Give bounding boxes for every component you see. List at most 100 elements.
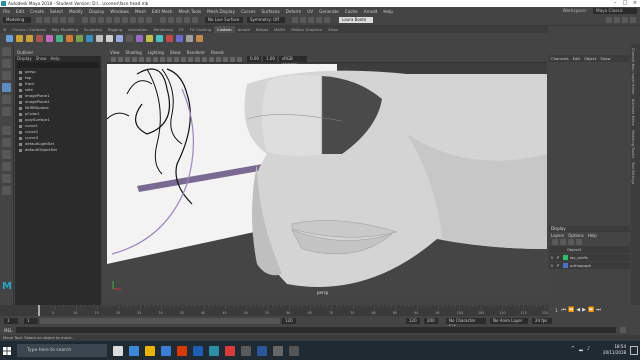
four-view-layout-icon[interactable] [2, 138, 11, 147]
menu-item[interactable]: UV [304, 9, 316, 14]
channel-box-menu-item[interactable]: Show [598, 56, 612, 61]
layer-color-swatch[interactable] [563, 263, 568, 268]
menu-item[interactable]: Help [380, 9, 396, 14]
move-tool-icon[interactable] [2, 83, 11, 92]
shelf-tool-icon[interactable] [75, 35, 83, 42]
mask-surfaces-icon[interactable] [138, 17, 144, 23]
taskbar-app-icon[interactable] [273, 345, 283, 356]
tray-expand-icon[interactable]: ^ [571, 346, 575, 352]
select-object-icon[interactable] [90, 17, 96, 23]
playback-end-field[interactable]: 120 [282, 317, 296, 324]
paint-select-tool-icon[interactable] [2, 71, 11, 80]
xray-icon[interactable] [237, 56, 242, 62]
shelf-tool-icon[interactable] [55, 35, 63, 42]
shelf-tool-icon[interactable] [155, 35, 163, 42]
current-frame-field[interactable]: 1 [555, 308, 558, 313]
layer-playback-toggle[interactable]: P [555, 254, 561, 261]
play-back-icon[interactable]: ◀ [576, 307, 580, 313]
mask-deformations-icon[interactable] [146, 17, 152, 23]
live-surface-dropdown[interactable]: No Live Surface [205, 17, 243, 23]
field-chart-icon[interactable] [167, 56, 172, 62]
select-tool-icon[interactable] [2, 47, 11, 56]
safe-action-icon[interactable] [174, 56, 179, 62]
perspective-outliner-layout-icon[interactable] [2, 174, 11, 183]
shelf-tab[interactable]: Motion Graphics [288, 26, 325, 33]
menu-item[interactable]: Select [47, 9, 66, 14]
shelf-tool-icon[interactable] [5, 35, 13, 42]
wireframe-on-shaded-icon[interactable] [195, 56, 200, 62]
menu-item[interactable]: Arnold [361, 9, 381, 14]
snap-live-icon[interactable] [192, 17, 198, 23]
image-plane-icon[interactable] [132, 56, 137, 62]
isolate-select-icon[interactable] [230, 56, 235, 62]
viewport-panel[interactable]: View Shading Lighting Show Renderer Panels 0.… [107, 50, 547, 296]
channel-box-menu-item[interactable]: Edit [571, 56, 582, 61]
toggle-modeling-toolkit-icon[interactable] [606, 17, 612, 23]
colorspace-dropdown[interactable]: sRGB gamma [279, 56, 307, 67]
layer-color-swatch[interactable] [563, 255, 568, 260]
shelf-tool-icon[interactable] [125, 35, 133, 42]
shelf-settings-icon[interactable]: ⚙ [0, 26, 9, 33]
shelf-tool-icon[interactable] [25, 35, 33, 42]
character-set-dropdown[interactable]: No Character Set [446, 317, 486, 329]
mask-handles-icon[interactable] [114, 17, 120, 23]
shelf-tool-icon[interactable] [195, 35, 203, 42]
shelf-tab[interactable]: Curves / Surfaces [9, 26, 48, 33]
select-hierarchy-icon[interactable] [82, 17, 88, 23]
shelf-tool-icon[interactable] [145, 35, 153, 42]
shelf-tool-icon[interactable] [185, 35, 193, 42]
shelf-tool-icon[interactable] [85, 35, 93, 42]
shelf-tab[interactable]: Rigging [105, 26, 125, 33]
shelf-tab[interactable]: Poly Modeling [49, 26, 81, 33]
shelf-tab[interactable]: Animation [125, 26, 150, 33]
mode-dropdown[interactable]: Modeling [3, 17, 31, 23]
animation-end-field[interactable]: 200 [424, 317, 438, 324]
menu-item[interactable]: Surfaces [259, 9, 283, 14]
range-slider[interactable] [40, 317, 280, 324]
symmetry-dropdown[interactable]: Symmetry: Off [247, 17, 285, 23]
shelf-tool-icon[interactable] [105, 35, 113, 42]
bookmark-icon[interactable] [125, 56, 130, 62]
layer-up-icon[interactable] [552, 238, 558, 245]
shelf-tab[interactable]: Bifrost [253, 26, 271, 33]
gamma-field[interactable]: 1.00 [263, 56, 277, 62]
shelf-tab[interactable]: Sculpting [81, 26, 105, 33]
viewport-menu-item[interactable]: Show [167, 50, 184, 56]
channel-box-menu-item[interactable]: Channels [549, 56, 571, 61]
go-to-end-icon[interactable]: ⏭ [596, 307, 601, 313]
side-panel-tab[interactable]: Channel Box / Layer Editor [631, 48, 635, 95]
menu-item[interactable]: Generate [316, 9, 342, 14]
menu-item[interactable]: File [0, 9, 13, 14]
taskbar-search-input[interactable]: Type here to search [17, 344, 107, 357]
gate-mask-icon[interactable] [160, 56, 165, 62]
shadows-icon[interactable] [216, 56, 221, 62]
wireframe-icon[interactable] [181, 56, 186, 62]
new-layer-selected-icon[interactable] [576, 238, 582, 245]
shelf-tool-icon[interactable] [45, 35, 53, 42]
maya-taskbar-icon[interactable] [209, 345, 219, 356]
layer-down-icon[interactable] [560, 238, 566, 245]
taskbar-app-icon[interactable] [289, 345, 299, 356]
outliner-menu-item[interactable]: Help [49, 56, 62, 61]
shelf-tab[interactable]: MASH [271, 26, 288, 33]
outliner-layout-icon[interactable] [2, 150, 11, 159]
redo-icon[interactable] [68, 17, 74, 23]
file-explorer-icon[interactable] [145, 345, 155, 356]
shelf-tool-icon[interactable] [165, 35, 173, 42]
playback-start-field[interactable]: 1 [24, 317, 38, 324]
menu-item[interactable]: Mesh Tools [176, 9, 205, 14]
mask-filter-icon[interactable] [106, 17, 112, 23]
command-language-label[interactable]: MEL [4, 328, 12, 333]
snap-grid-icon[interactable] [160, 17, 166, 23]
toggle-channel-box-icon[interactable] [630, 17, 636, 23]
graph-layout-icon[interactable] [2, 186, 11, 195]
single-view-layout-icon[interactable] [2, 126, 11, 135]
mask-curves-icon[interactable] [130, 17, 136, 23]
edge-browser-icon[interactable] [129, 345, 139, 356]
snap-plane-icon[interactable] [184, 17, 190, 23]
toggle-tool-settings-icon[interactable] [622, 17, 628, 23]
new-scene-icon[interactable] [36, 17, 42, 23]
layer-menu-item[interactable]: Options [566, 233, 585, 238]
outliner-menu-item[interactable]: Show [34, 56, 49, 61]
open-scene-icon[interactable] [44, 17, 50, 23]
